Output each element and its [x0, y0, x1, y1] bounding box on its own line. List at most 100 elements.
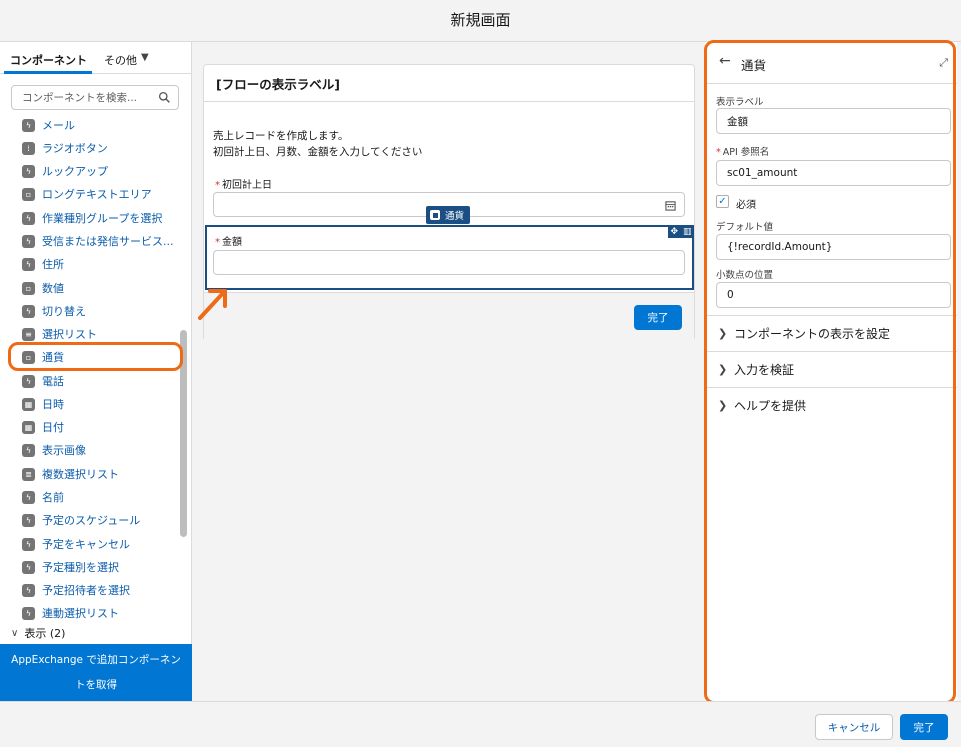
section-display[interactable]: ∨ 表示 (2) — [11, 625, 65, 641]
list-item[interactable]: ▦ 日付 — [22, 417, 64, 437]
calendar-icon[interactable] — [665, 200, 676, 211]
chevron-right-icon: ❯ — [718, 399, 728, 412]
api-name-input[interactable]: sc01_amount — [716, 160, 951, 186]
list-item[interactable]: ϟ 連動選択リスト — [22, 603, 119, 623]
component-list: ϟ メール ⁞ ラジオボタン ϟ ルックアップ ▫ ロングテキストエリア ϟ 作業種別グル… — [0, 112, 178, 647]
currency-icon — [430, 210, 440, 220]
card-footer: 完了 — [204, 292, 694, 341]
radio-icon: ⁞ — [22, 141, 35, 155]
screen-card: [フローの表示ラベル] 売上レコードを作成します。 初回計上日、月数、金額を入力… — [203, 64, 695, 341]
appexchange-button[interactable]: AppExchange で追加コンポーネン トを取得 — [0, 644, 192, 701]
required-marker: * — [215, 237, 220, 248]
default-value-input[interactable]: {!recordId.Amount} — [716, 234, 951, 260]
accordion-display-settings[interactable]: ❯ コンポーネントの表示を設定 — [705, 315, 957, 351]
display-label-caption: 表示ラベル — [716, 97, 764, 108]
cancel-button[interactable]: キャンセル — [815, 714, 893, 740]
move-icon[interactable]: ✥ — [670, 227, 678, 237]
done-button[interactable]: 完了 — [634, 305, 682, 330]
date-icon: ▦ — [22, 420, 35, 434]
list-item[interactable]: ϟ 名前 — [22, 487, 64, 507]
appexchange-label-line2: トを取得 — [75, 679, 117, 691]
arrow-annotation-icon — [198, 289, 227, 320]
properties-header: ← 通貨 ⤢ — [705, 42, 957, 84]
decimal-caption: 小数点の位置 — [716, 270, 774, 281]
list-item[interactable]: ϟ 表示画像 — [22, 440, 86, 460]
required-label: 必須 — [736, 200, 756, 211]
list-item[interactable]: ϟ 作業種別グループを選択 — [22, 208, 162, 228]
required-checkbox[interactable]: ✓ — [716, 195, 729, 208]
chevron-right-icon: ❯ — [718, 327, 728, 340]
search-input[interactable] — [12, 86, 152, 109]
screen-title: [フローの表示ラベル] — [216, 77, 340, 92]
number-icon: ▫ — [22, 281, 35, 295]
modal-title: 新規画面 — [450, 11, 511, 29]
bolt-icon: ϟ — [22, 164, 35, 178]
modal-footer: キャンセル 完了 — [0, 701, 961, 747]
list-item[interactable]: ϟ 住所 — [22, 254, 64, 274]
list-item[interactable]: ϟ 予定のスケジュール — [22, 510, 140, 530]
list-item[interactable]: ▫ 数値 — [22, 278, 64, 298]
list-item[interactable]: ϟ ルックアップ — [22, 161, 108, 181]
accordion-validate-input[interactable]: ❯ 入力を検証 — [705, 351, 957, 387]
delete-icon[interactable]: ▥ — [683, 227, 692, 237]
component-search[interactable] — [11, 85, 179, 110]
bolt-icon: ϟ — [22, 537, 35, 551]
list-item[interactable]: ϟ メール — [22, 115, 75, 135]
bolt-icon: ϟ — [22, 583, 35, 597]
description-text: 売上レコードを作成します。 初回計上日、月数、金額を入力してください — [213, 128, 422, 160]
list-item[interactable]: ϟ 切り替え — [22, 301, 86, 321]
datetime-icon: ▦ — [22, 397, 35, 411]
description-line-1: 売上レコードを作成します。 — [213, 130, 349, 142]
api-name-caption: * API 参照名 — [716, 147, 770, 158]
bolt-icon: ϟ — [22, 118, 35, 132]
expand-icon[interactable]: ⤢ — [939, 56, 948, 70]
tab-components[interactable]: コンポーネント — [10, 52, 87, 68]
bolt-icon: ϟ — [22, 606, 35, 620]
field-label-first-date: * 初回計上日 — [215, 180, 272, 191]
chevron-right-icon: ❯ — [718, 363, 728, 376]
list-item[interactable]: ≣ 複数選択リスト — [22, 464, 119, 484]
accordion-provide-help[interactable]: ❯ ヘルプを提供 — [705, 387, 957, 423]
appexchange-label-line1: AppExchange で追加コンポーネン — [11, 654, 181, 666]
amount-field[interactable] — [213, 250, 685, 275]
bolt-icon: ϟ — [22, 211, 35, 225]
chevron-down-icon: ∨ — [11, 627, 19, 639]
required-marker: * — [215, 180, 220, 191]
bolt-icon: ϟ — [22, 490, 35, 504]
decimal-input[interactable]: 0 — [716, 282, 951, 308]
component-tools: ✥ ▥ — [668, 225, 694, 238]
bolt-icon: ϟ — [22, 234, 35, 248]
active-tab-indicator — [4, 71, 92, 74]
list-item[interactable]: ϟ 電話 — [22, 371, 64, 391]
highlight-frame — [8, 342, 183, 371]
screen-canvas: [フローの表示ラベル] 売上レコードを作成します。 初回計上日、月数、金額を入力… — [192, 42, 705, 701]
list-item[interactable]: ϟ 予定種別を選択 — [22, 557, 119, 577]
search-icon — [158, 91, 170, 103]
list-item[interactable]: ⁞ ラジオボタン — [22, 138, 108, 158]
list-item[interactable]: ▦ 日時 — [22, 394, 64, 414]
textarea-icon: ▫ — [22, 187, 35, 201]
back-arrow-icon[interactable]: ← — [719, 53, 731, 69]
required-marker: * — [716, 147, 721, 158]
list-item[interactable]: ▫ ロングテキストエリア — [22, 184, 152, 204]
properties-panel: ← 通貨 ⤢ 表示ラベル 金額 * API 参照名 sc01_amount ✓ 必… — [705, 42, 957, 701]
bolt-icon: ϟ — [22, 560, 35, 574]
list-item[interactable]: ϟ 受信または発信サービス... — [22, 231, 174, 251]
properties-title: 通貨 — [741, 58, 767, 73]
finish-button[interactable]: 完了 — [900, 714, 948, 740]
modal-header: 新規画面 — [0, 0, 961, 42]
bolt-icon: ϟ — [22, 374, 35, 388]
tab-other[interactable]: その他 — [104, 52, 137, 68]
bolt-icon: ϟ — [22, 443, 35, 457]
list-item[interactable]: ϟ 予定招待者を選択 — [22, 580, 130, 600]
panel-tabs: コンポーネント その他 ▼ — [0, 42, 191, 74]
divider — [204, 101, 694, 102]
list-icon: ≡ — [22, 327, 35, 341]
display-label-input[interactable]: 金額 — [716, 108, 951, 134]
chevron-down-icon[interactable]: ▼ — [141, 52, 149, 63]
list-item[interactable]: ≡ 選択リスト — [22, 324, 97, 344]
list-item[interactable]: ϟ 予定をキャンセル — [22, 534, 130, 554]
description-line-2: 初回計上日、月数、金額を入力してください — [213, 146, 423, 158]
field-label-amount: * 金額 — [215, 237, 242, 248]
bolt-icon: ϟ — [22, 304, 35, 318]
